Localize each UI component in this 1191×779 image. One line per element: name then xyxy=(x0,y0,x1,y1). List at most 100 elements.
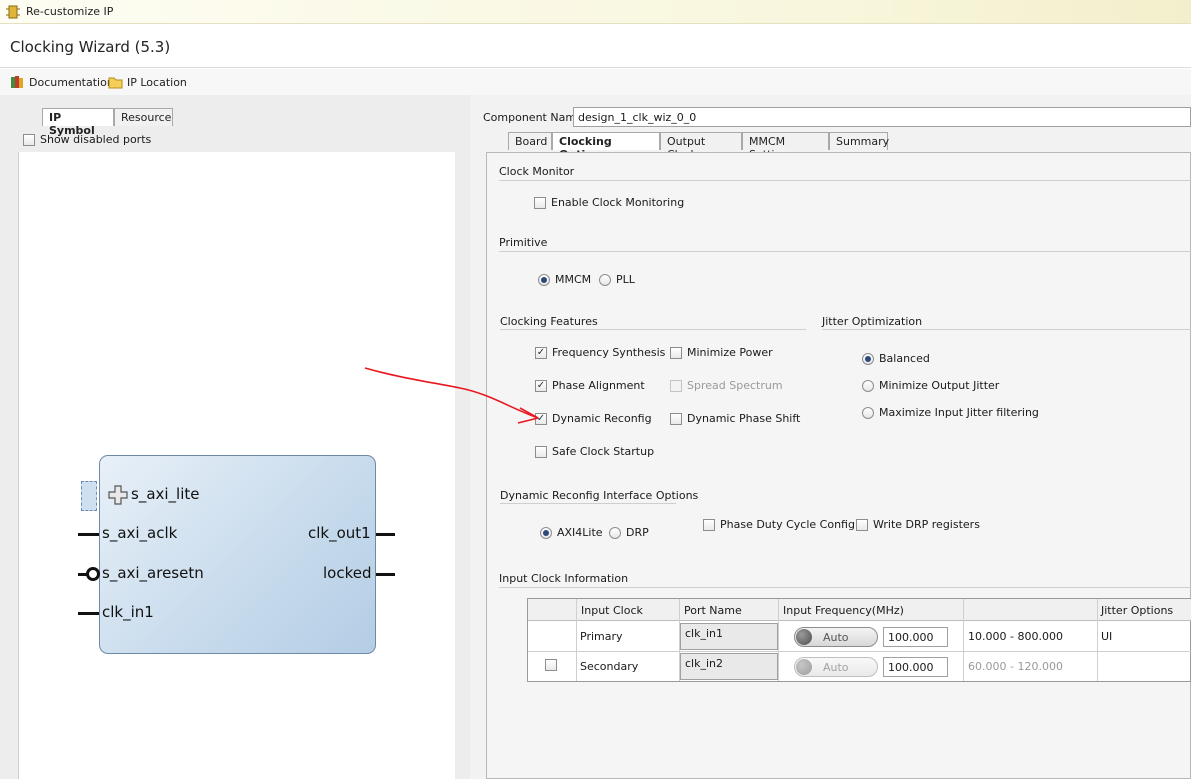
primitive-pll-label: PLL xyxy=(616,273,635,286)
spread-spectrum-checkbox xyxy=(670,379,682,392)
enable-clock-monitoring-label: Enable Clock Monitoring xyxy=(551,196,685,209)
enable-clock-monitoring-row[interactable]: Enable Clock Monitoring xyxy=(534,196,684,209)
secondary-frequency-input[interactable]: 100.000 xyxy=(883,657,948,677)
phase-alignment-label: Phase Alignment xyxy=(552,379,645,392)
minimize-power-row[interactable]: Minimize Power xyxy=(670,346,773,359)
phase-duty-cycle-row[interactable]: Phase Duty Cycle Config xyxy=(703,518,855,531)
window-titlebar: Re-customize IP xyxy=(0,0,1191,24)
section-divider xyxy=(822,329,1191,330)
clocking-options-pane xyxy=(486,152,1191,779)
port-s-axi-aresetn: s_axi_aresetn xyxy=(102,564,204,582)
interface-drp-row[interactable]: DRP xyxy=(609,526,649,539)
enable-clock-monitoring-checkbox[interactable] xyxy=(534,196,546,209)
phase-duty-cycle-label: Phase Duty Cycle Config xyxy=(720,518,855,531)
component-name-label: Component Name xyxy=(483,111,583,124)
safe-clock-startup-checkbox[interactable] xyxy=(535,445,547,458)
row-primary-input-clock: Primary xyxy=(580,630,623,643)
clocking-features-title: Clocking Features xyxy=(500,315,598,328)
pin-clk-out1 xyxy=(376,533,395,536)
primary-auto-label: Auto xyxy=(823,631,849,644)
documentation-label: Documentation xyxy=(29,75,114,89)
primitive-pll-row[interactable]: PLL xyxy=(599,273,635,286)
minimize-power-label: Minimize Power xyxy=(687,346,773,359)
spread-spectrum-label: Spread Spectrum xyxy=(687,379,783,392)
inverted-pin-bubble xyxy=(86,567,100,581)
primitive-pll-radio[interactable] xyxy=(599,273,611,286)
phase-alignment-row[interactable]: ✓ Phase Alignment xyxy=(535,379,645,392)
port-clk-out1-label: clk_out1 xyxy=(308,524,371,542)
primary-auto-toggle[interactable]: Auto xyxy=(794,627,878,647)
port-s-axi-aclk: s_axi_aclk xyxy=(102,524,178,542)
write-drp-registers-label: Write DRP registers xyxy=(873,518,980,531)
dynamic-reconfig-row[interactable]: ✓ Dynamic Reconfig xyxy=(535,412,652,425)
jitter-minimize-output-radio[interactable] xyxy=(862,379,874,392)
tab-output-clocks[interactable]: Output Clocks xyxy=(660,132,742,161)
clock-monitor-title: Clock Monitor xyxy=(499,165,575,178)
show-disabled-ports-row[interactable]: Show disabled ports xyxy=(23,133,151,146)
primary-frequency-range: 10.000 - 800.000 xyxy=(968,630,1063,643)
dynamic-phase-shift-checkbox[interactable] xyxy=(670,412,682,425)
primary-frequency-input[interactable]: 100.000 xyxy=(883,627,948,647)
bus-interface-marker xyxy=(81,481,97,511)
tab-clocking-options[interactable]: Clocking Options xyxy=(552,132,660,161)
write-drp-registers-row[interactable]: Write DRP registers xyxy=(856,518,980,531)
dynamic-phase-shift-label: Dynamic Phase Shift xyxy=(687,412,801,425)
section-divider xyxy=(499,587,1191,588)
section-divider xyxy=(500,329,806,330)
jitter-maximize-input-radio[interactable] xyxy=(862,406,874,419)
write-drp-registers-checkbox[interactable] xyxy=(856,518,868,531)
expand-plus-icon[interactable] xyxy=(107,484,129,506)
ip-chip-icon xyxy=(6,5,20,19)
frequency-synthesis-checkbox[interactable]: ✓ xyxy=(535,346,547,359)
folder-icon xyxy=(108,77,123,89)
interface-axi4lite-label: AXI4Lite xyxy=(557,526,603,539)
jitter-minimize-output-row[interactable]: Minimize Output Jitter xyxy=(862,379,999,392)
toolbar: Documentation IP Location xyxy=(0,69,1191,95)
jitter-balanced-radio[interactable] xyxy=(862,352,874,365)
minimize-power-checkbox[interactable] xyxy=(670,346,682,359)
col-port-name: Port Name xyxy=(684,604,742,617)
jitter-balanced-label: Balanced xyxy=(879,352,930,365)
pin-s-axi-aclk xyxy=(78,533,99,536)
interface-axi4lite-radio[interactable] xyxy=(540,526,552,539)
window-title: Re-customize IP xyxy=(26,5,114,18)
interface-axi4lite-row[interactable]: AXI4Lite xyxy=(540,526,603,539)
secondary-port-name: clk_in2 xyxy=(680,653,778,680)
port-locked: locked xyxy=(323,564,372,582)
jitter-maximize-input-row[interactable]: Maximize Input Jitter filtering xyxy=(862,406,1039,419)
tab-mmcm-settings[interactable]: MMCM Settings xyxy=(742,132,829,161)
secondary-enable-checkbox[interactable] xyxy=(545,659,557,671)
frequency-synthesis-row[interactable]: ✓ Frequency Synthesis xyxy=(535,346,665,359)
page-header: Clocking Wizard (5.3) xyxy=(0,25,1191,68)
safe-clock-startup-label: Safe Clock Startup xyxy=(552,445,655,458)
interface-drp-label: DRP xyxy=(626,526,649,539)
jitter-minimize-output-label: Minimize Output Jitter xyxy=(879,379,1000,392)
secondary-auto-label: Auto xyxy=(823,661,849,674)
jitter-optimization-title: Jitter Optimization xyxy=(822,315,923,328)
ip-location-label: IP Location xyxy=(127,75,187,89)
port-s-axi-lite: s_axi_lite xyxy=(131,485,200,503)
tab-summary[interactable]: Summary xyxy=(829,132,889,150)
phase-duty-cycle-checkbox[interactable] xyxy=(703,518,715,531)
section-divider xyxy=(499,180,1191,181)
interface-drp-radio[interactable] xyxy=(609,526,621,539)
tab-ip-symbol[interactable]: IP Symbol xyxy=(42,108,114,137)
dynamic-phase-shift-row[interactable]: Dynamic Phase Shift xyxy=(670,412,800,425)
toggle-knob-icon xyxy=(796,659,812,675)
primitive-mmcm-radio[interactable] xyxy=(538,273,550,286)
component-name-input[interactable]: design_1_clk_wiz_0_0 xyxy=(573,107,1191,127)
pin-locked xyxy=(376,573,395,576)
col-input-frequency: Input Frequency(MHz) xyxy=(783,604,904,617)
jitter-balanced-row[interactable]: Balanced xyxy=(862,352,930,365)
primary-jitter-options[interactable]: UI xyxy=(1101,630,1112,643)
col-jitter-options: Jitter Options xyxy=(1101,604,1174,617)
tab-resource[interactable]: Resource xyxy=(114,108,173,126)
primitive-mmcm-row[interactable]: MMCM xyxy=(538,273,591,286)
ip-location-button[interactable]: IP Location xyxy=(108,75,187,89)
row-secondary-input-clock: Secondary xyxy=(580,660,639,673)
spread-spectrum-row: Spread Spectrum xyxy=(670,379,783,392)
safe-clock-startup-row[interactable]: Safe Clock Startup xyxy=(535,445,654,458)
tab-board[interactable]: Board xyxy=(508,132,552,150)
documentation-button[interactable]: Documentation xyxy=(10,75,114,89)
show-disabled-ports-checkbox[interactable] xyxy=(23,133,35,146)
